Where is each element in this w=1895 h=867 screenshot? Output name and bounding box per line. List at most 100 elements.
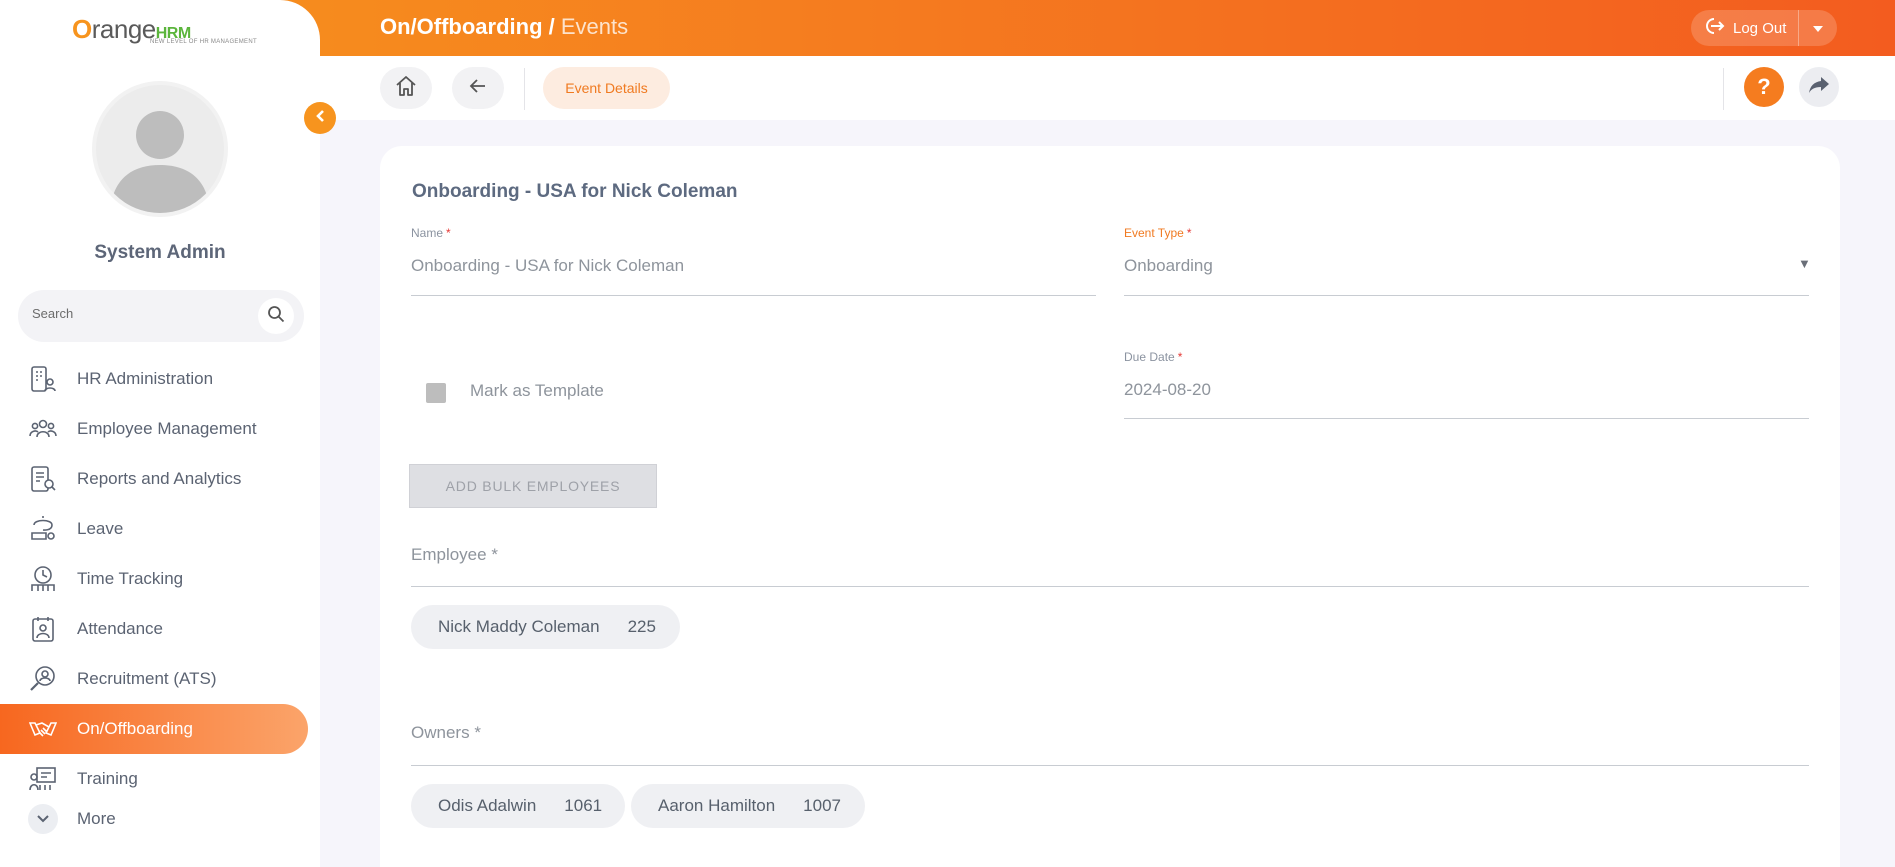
sidebar-item-hr-administration[interactable]: HR Administration: [0, 354, 320, 404]
event-details-card: Onboarding - USA for Nick Coleman Name * …: [380, 146, 1840, 867]
sidebar-collapse-button[interactable]: [304, 102, 336, 134]
event-type-select[interactable]: Onboarding: [1124, 256, 1213, 276]
required-mark: *: [1177, 350, 1183, 364]
due-date-label-text: Due Date: [1124, 350, 1175, 364]
sidebar: OrangeHRM NEW LEVEL OF HR MANAGEMENT Sys…: [0, 0, 320, 867]
sidebar-item-label: Recruitment (ATS): [77, 669, 217, 688]
home-button[interactable]: [380, 67, 432, 109]
sidebar-item-training[interactable]: Training: [0, 754, 320, 804]
logo-word: range: [91, 14, 157, 44]
sidebar-item-attendance[interactable]: Attendance: [0, 604, 320, 654]
sidebar-item-onoffboarding[interactable]: On/Offboarding: [0, 704, 308, 754]
required-mark: *: [1186, 226, 1192, 240]
chevron-down-icon: [28, 804, 58, 834]
arrow-left-icon: [468, 76, 488, 101]
reports-icon: [28, 464, 58, 494]
due-date-label: Due Date *: [1124, 350, 1182, 364]
chip-id: 1007: [803, 796, 841, 815]
sidebar-item-label: Training: [77, 769, 138, 788]
owner-chip[interactable]: Odis Adalwin 1061: [411, 784, 625, 828]
caret-down-icon: [1812, 20, 1824, 37]
help-icon: ?: [1757, 74, 1771, 99]
employee-label: Employee *: [411, 545, 498, 565]
tab-event-details[interactable]: Event Details: [543, 67, 670, 109]
help-button[interactable]: ?: [1744, 67, 1784, 107]
share-icon: [1808, 76, 1830, 99]
share-button[interactable]: [1799, 67, 1839, 107]
owners-field-underline[interactable]: [411, 765, 1809, 766]
required-mark: *: [446, 226, 451, 240]
breadcrumb-events: Events: [560, 14, 629, 39]
sidebar-item-time-tracking[interactable]: Time Tracking: [0, 554, 320, 604]
toolbar-divider: [524, 68, 525, 110]
chip-name: Odis Adalwin: [438, 796, 537, 815]
chip-name: Nick Maddy Coleman: [438, 617, 600, 636]
user-silhouette-icon: [110, 111, 210, 213]
due-date-field[interactable]: 2024-08-20: [1124, 380, 1211, 400]
sidebar-menu: HR Administration Employee Management Re…: [0, 354, 320, 804]
chip-name: Aaron Hamilton: [658, 796, 776, 815]
sidebar-item-label: HR Administration: [77, 369, 214, 388]
due-date-underline: [1124, 418, 1809, 419]
more-label: More: [77, 809, 116, 828]
sidebar-item-leave[interactable]: Leave: [0, 504, 320, 554]
title-separator: /: [542, 14, 561, 39]
home-icon: [394, 74, 418, 103]
sidebar-more-button[interactable]: More: [28, 804, 116, 834]
dropdown-caret-icon[interactable]: ▼: [1798, 256, 1811, 271]
event-type-underline: [1124, 295, 1809, 296]
form-title: Onboarding - USA for Nick Coleman: [412, 181, 738, 202]
name-label: Name *: [411, 226, 451, 240]
attendance-icon: [28, 614, 58, 644]
mark-template-label: Mark as Template: [470, 381, 604, 400]
owners-label: Owners *: [411, 723, 481, 743]
sidebar-item-label: Time Tracking: [77, 569, 184, 588]
orangehrm-logo: OrangeHRM NEW LEVEL OF HR MANAGEMENT: [72, 10, 257, 50]
toolbar: Event Details ?: [320, 56, 1895, 120]
recruitment-icon: [28, 664, 58, 694]
sidebar-item-reports-and-analytics[interactable]: Reports and Analytics: [0, 454, 320, 504]
logout-dropdown-button[interactable]: [1799, 20, 1837, 37]
time-icon: [28, 564, 58, 594]
toolbar-divider: [1723, 68, 1724, 110]
event-type-label-text: Event Type: [1124, 226, 1184, 240]
sidebar-item-employee-management[interactable]: Employee Management: [0, 404, 320, 454]
hr-admin-icon: [28, 364, 58, 394]
back-button[interactable]: [452, 67, 504, 109]
employees-icon: [28, 414, 58, 444]
logout-label: Log Out: [1733, 19, 1787, 37]
chevron-left-icon: [314, 109, 326, 128]
sidebar-item-label: On/Offboarding: [77, 719, 193, 738]
sidebar-item-label: Leave: [77, 519, 124, 538]
employee-chip[interactable]: Nick Maddy Coleman 225: [411, 605, 680, 649]
event-type-label: Event Type *: [1124, 226, 1192, 240]
owner-chip[interactable]: Aaron Hamilton 1007: [631, 784, 865, 828]
avatar[interactable]: [92, 81, 228, 217]
sidebar-search: [18, 290, 304, 342]
page-title: On/Offboarding / Events: [380, 14, 628, 40]
leave-icon: [28, 514, 58, 544]
search-button[interactable]: [258, 298, 294, 334]
module-title: On/Offboarding: [380, 14, 543, 39]
logout-button[interactable]: Log Out: [1691, 10, 1799, 46]
required-mark: *: [491, 545, 498, 564]
name-field-underline: [411, 295, 1096, 296]
name-label-text: Name: [411, 226, 444, 240]
sidebar-item-recruitment[interactable]: Recruitment (ATS): [0, 654, 320, 704]
employee-field-underline[interactable]: [411, 586, 1809, 587]
training-icon: [28, 764, 58, 794]
logo-tagline: NEW LEVEL OF HR MANAGEMENT: [150, 39, 257, 45]
mark-template-checkbox[interactable]: [426, 383, 446, 403]
owners-label-text: Owners: [411, 723, 470, 742]
required-mark: *: [474, 723, 481, 742]
name-field[interactable]: Onboarding - USA for Nick Coleman: [411, 256, 684, 276]
add-bulk-employees-button[interactable]: ADD BULK EMPLOYEES: [409, 464, 657, 508]
logout-group: Log Out: [1691, 10, 1837, 46]
sidebar-item-label: Reports and Analytics: [77, 469, 242, 488]
search-input[interactable]: [32, 306, 252, 321]
chip-id: 225: [627, 617, 656, 636]
chip-id: 1061: [564, 796, 603, 815]
logo-letter-o: O: [72, 14, 92, 44]
user-name: System Admin: [94, 242, 226, 263]
sidebar-item-label: Employee Management: [77, 419, 257, 438]
